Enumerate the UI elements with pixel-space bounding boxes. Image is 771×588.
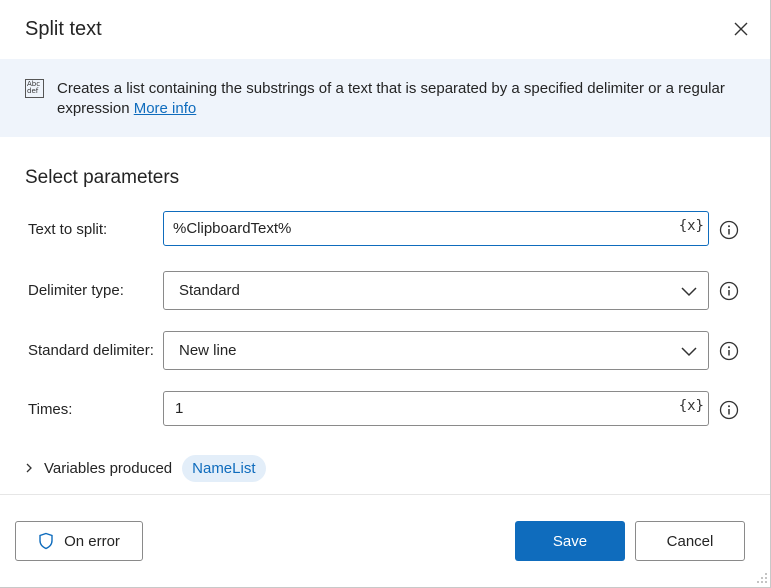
delimiter-type-label: Delimiter type: (28, 282, 124, 299)
text-to-split-input[interactable]: %ClipboardText% {x} (163, 211, 709, 246)
split-text-dialog: Split text Abc def Creates a list contai… (0, 0, 771, 588)
save-button[interactable]: Save (515, 521, 625, 561)
variables-produced-toggle[interactable]: Variables produced (24, 460, 172, 477)
insert-variable-button[interactable]: {x} (679, 218, 704, 234)
times-value: 1 (175, 400, 184, 417)
text-action-icon: Abc def (25, 79, 44, 98)
times-input[interactable]: 1 {x} (163, 391, 709, 426)
more-info-link[interactable]: More info (134, 100, 197, 117)
variables-produced-label: Variables produced (44, 459, 173, 477)
action-description: Creates a list containing the substrings… (57, 79, 747, 119)
delimiter-type-dropdown[interactable]: Standard (163, 271, 709, 310)
chevron-down-icon (681, 287, 697, 297)
standard-delimiter-dropdown[interactable]: New line (163, 331, 709, 370)
chevron-down-icon (681, 347, 697, 357)
shield-icon (39, 532, 53, 550)
chevron-right-icon (26, 463, 32, 473)
text-to-split-value: %ClipboardText% (173, 220, 292, 237)
footer-divider (0, 494, 770, 495)
info-icon[interactable] (719, 341, 739, 361)
on-error-button[interactable]: On error (15, 521, 143, 561)
variables-produced-row: Variables produced NameList (24, 454, 266, 482)
on-error-label: On error (64, 532, 120, 550)
standard-delimiter-label: Standard delimiter: (28, 342, 154, 359)
info-icon[interactable] (719, 400, 739, 420)
info-icon[interactable] (719, 220, 739, 240)
text-to-split-label: Text to split: (28, 221, 108, 238)
resize-grip-icon[interactable] (756, 572, 768, 584)
icon-text-line2: def (27, 87, 39, 95)
dialog-title: Split text (25, 18, 102, 40)
close-icon (734, 22, 748, 36)
insert-variable-button[interactable]: {x} (679, 398, 704, 414)
info-icon[interactable] (719, 281, 739, 301)
section-title: Select parameters (25, 167, 180, 188)
cancel-button[interactable]: Cancel (635, 521, 745, 561)
standard-delimiter-value: New line (179, 342, 237, 359)
close-button[interactable] (728, 16, 754, 42)
delimiter-type-value: Standard (179, 282, 240, 299)
variable-pill-namelist[interactable]: NameList (182, 454, 266, 482)
times-label: Times: (28, 401, 73, 418)
